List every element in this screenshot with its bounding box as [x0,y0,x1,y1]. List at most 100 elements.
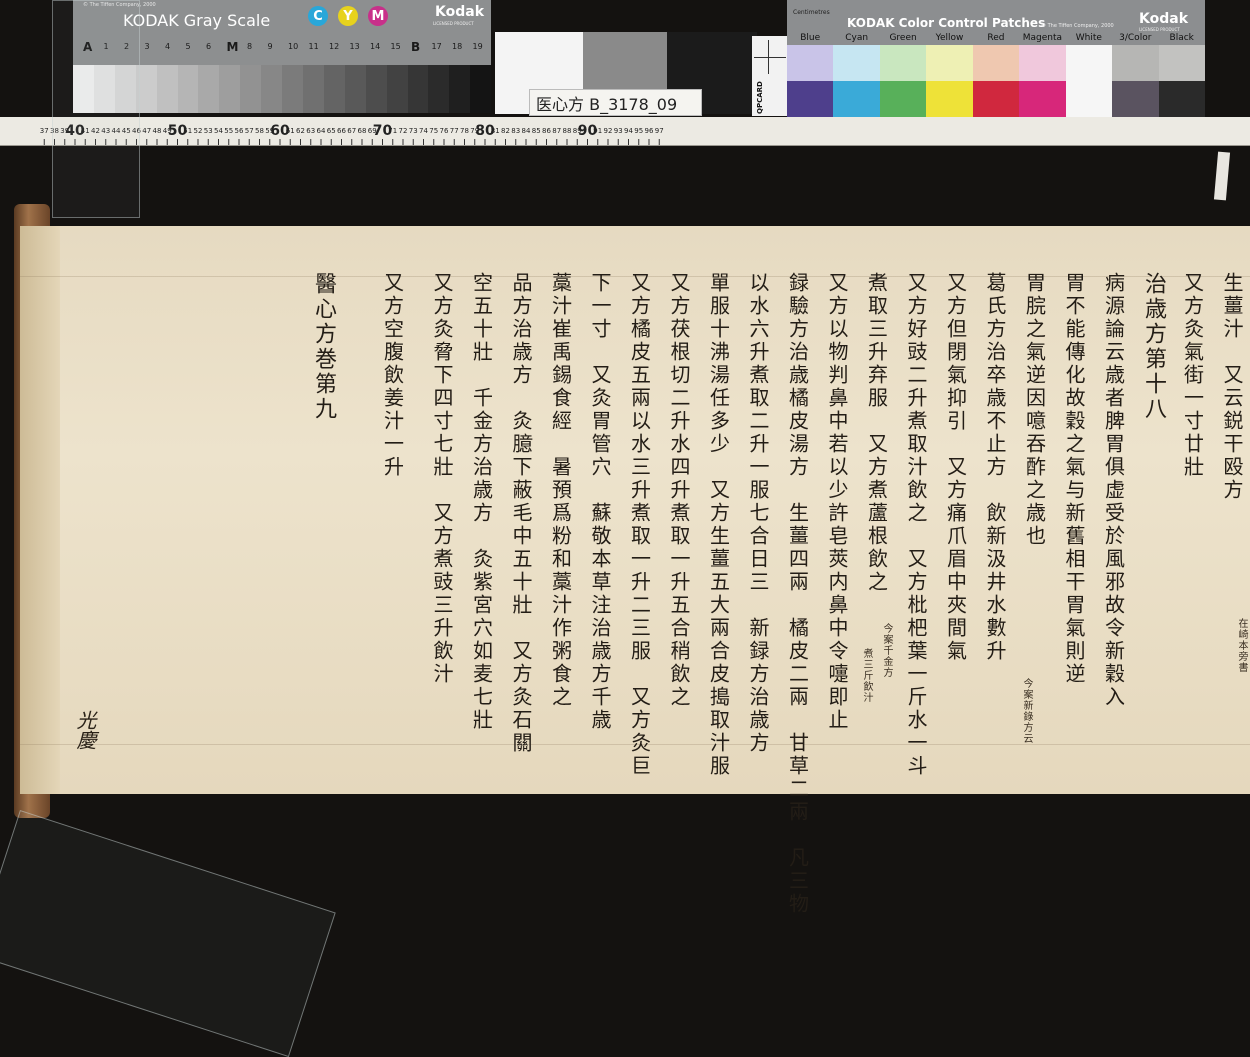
ruler-tick-label: 85 [532,127,541,135]
ruler-tick-label: 57 [245,127,254,135]
ruler-tick-label: 95 [634,127,643,135]
color-patch [1065,81,1113,117]
gray-step [428,65,450,113]
gray-step [177,65,199,113]
ruler-tick-label: 55 [224,127,233,135]
ruler-tick-label: 82 [501,127,510,135]
color-card-title: KODAK Color Control Patches [847,16,1046,30]
manuscript-column: 葛氏方治卒歳不止方 飲新汲井水數升 [983,272,1007,663]
gray-step-label: 14 [370,42,381,51]
manuscript-column: 又方灸脅下四寸七壯 又方煮豉三升飲汁 [430,272,454,686]
ruler-tick-label: 72 [399,127,408,135]
gray-step-label: 17 [431,42,442,51]
color-patch [926,45,973,81]
ruler-tick-label: 83 [511,127,520,135]
ruler-tick-label: 67 [347,127,356,135]
color-patch [1019,81,1066,117]
gray-step [219,65,241,113]
gray-step [282,65,303,113]
gray-step [198,65,220,113]
manuscript-column: 又方茯根切二升水四升煮取一升五合稍飲之 [667,272,691,709]
item-id-label: 医心方 B_3178_09 [529,89,702,116]
manuscript-column: 空五十壯 千金方治歳方 灸紫宮穴如麦七壯 [469,272,494,732]
color-patch [1112,81,1159,117]
color-patch [972,81,1020,117]
gray-step [323,65,345,113]
patch-names: Blue Cyan Green Yellow Red Magenta White 3/Colo… [787,33,1205,43]
gray-step [261,65,283,113]
color-patch [1158,45,1205,81]
ruler-ticks: 37 38 394041 42 43 44 45 46 47 48 495051 52 53 54 55 56… [40,123,664,145]
ruler-tick-label: 94 [624,127,633,135]
manuscript-column: 胃脘之氣逆因噫吞酢之歳也 [1022,272,1047,548]
crosshair-icon-h [754,57,786,58]
ruler-tick-label: 73 [409,127,418,135]
gray-step-label: 3 [144,42,150,51]
gray-step-label: B [411,40,421,54]
gray-step [470,65,492,113]
ruler-tick-label: 88 [563,127,572,135]
gray-step-label: 15 [390,42,401,51]
qp-card-text: QPCARD [756,81,764,114]
gray-step-label: 4 [165,42,171,51]
color-patch [833,45,880,81]
gray-step-label: M [226,40,239,54]
manuscript-column: 又方空腹飲姜汁一升 [380,272,405,479]
ruler-tick-label: 63 [306,127,315,135]
patch-name: 3/Color [1119,33,1152,43]
patch-name: White [1075,33,1102,43]
gray-step-label: 18 [452,42,463,51]
manuscript-column: 又方橘皮五兩以水三升煮取一升二三服 又方灸巨 [627,272,652,778]
patch-row-dark [787,81,1205,117]
ruler-tick-label: 51 [183,127,192,135]
gray-step [386,65,408,113]
manuscript-column: 藁汁崔禹錫食經 暑預爲粉和藁汁作粥食之 [548,272,573,709]
gray-scale-title: KODAK Gray Scale [123,11,271,30]
ruler-tick-label: 78 [460,127,469,135]
gray-step-label: 8 [247,42,253,51]
ruler-tick-label: 97 [655,127,664,135]
ruler-tick-label: 74 [419,127,428,135]
ruler-tick-label: 62 [296,127,305,135]
gray-step-label: 19 [472,42,483,51]
manuscript-annotation: 今案千金方 [881,623,892,678]
gray-step [156,65,178,113]
color-patch [787,45,834,81]
ruler-tick-label: 84 [522,127,531,135]
manuscript-column: 又方灸氣街一寸廿壯 [1180,272,1205,479]
gray-step [407,65,429,113]
manuscript-column: 以水六升煮取二升一服七合日三 新録方治歳方 [746,272,770,755]
gray-step-label: 13 [349,42,360,51]
ruler-tick-label: 87 [552,127,561,135]
ruler-tick-label: 81 [491,127,500,135]
gray-step [302,65,324,113]
patch-name: Magenta [1022,33,1063,43]
ruler-tick-label: 61 [286,127,295,135]
kodak-logo: Kodak [435,4,484,20]
manuscript-column: 煮取三升弃服 又方煮蘆根飲之 [864,272,889,594]
manuscript-annotation: 在崎本旁書 [1236,618,1247,673]
gray-step [240,65,262,113]
ruler-tick-label: 58 [255,127,264,135]
ruler-tick-label: 48 [153,127,162,135]
gray-step-label: 5 [185,42,191,51]
gray-step-label: 6 [206,42,212,51]
gray-step [449,65,471,113]
manuscript-column: 又方但閉氣抑引 又方痛爪眉中夾間氣 [943,272,968,663]
ruler-tick-label: 54 [214,127,223,135]
glass-weight-top [52,0,140,218]
cyan-dot: C [308,6,328,26]
patch-name: Yellow [935,33,964,43]
gray-scale-step-labels: A 1 2 3 4 5 6 M 8 9 10 11 12 13 14 15 B 17 18 19 [83,40,483,58]
ruler-tick-label: 66 [337,127,346,135]
ruler-tick-label: 71 [388,127,397,135]
color-patch [1112,45,1159,81]
color-patch [1019,45,1066,81]
yellow-dot: Y [338,6,358,26]
gray-step [365,65,387,113]
manuscript-column: 胃不能傳化故穀之氣与新舊相干胃氣則逆 [1062,272,1086,686]
ruler-tick-label: 91 [593,127,602,135]
manuscript-column: 下一寸 又灸胃管穴 蘇敬本草注治歳方千歳 [588,272,612,732]
manuscript-annotation: 今案新錄方云 [1021,678,1032,744]
color-patch [879,45,927,81]
